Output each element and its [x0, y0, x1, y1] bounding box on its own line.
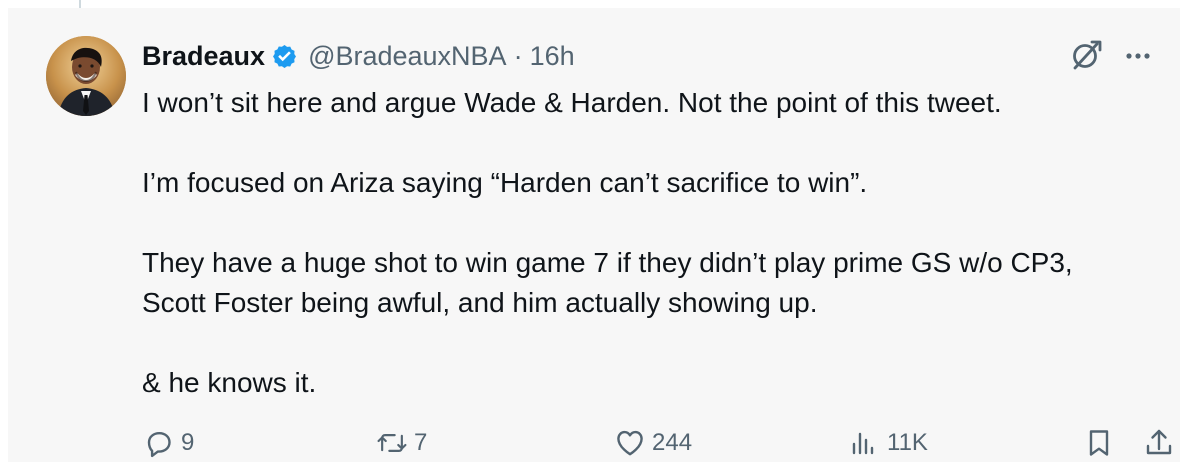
post-header: Bradeaux @BradeauxNBA · 16h [142, 38, 1162, 74]
post-timestamp[interactable]: 16h [530, 38, 575, 74]
metadata-separator: · [513, 41, 523, 71]
grok-icon[interactable] [1068, 38, 1104, 74]
author-display-name[interactable]: Bradeaux [142, 38, 265, 74]
bookmark-button[interactable] [1082, 422, 1116, 464]
view-count: 11K [887, 429, 928, 456]
reply-icon [147, 432, 171, 458]
views-button[interactable]: 11K [848, 422, 928, 464]
post-text-line: I’m focused on Ariza saying “Harden can’… [142, 167, 868, 198]
post-text-line: Scott Foster being awful, and him actual… [142, 287, 818, 318]
reply-count: 9 [181, 429, 195, 456]
bookmark-icon [1089, 430, 1109, 456]
share-button[interactable] [1142, 422, 1176, 464]
author-handle[interactable]: @BradeauxNBA [308, 38, 507, 74]
x-post-screenshot: Bradeaux @BradeauxNBA · 16h I won’t sit … [0, 0, 1188, 470]
post-text-line: & he knows it. [142, 367, 317, 398]
heart-icon [617, 430, 643, 456]
post-actions-bar: 9 7 244 11K [142, 422, 1177, 464]
more-icon[interactable] [1124, 42, 1152, 70]
post-content: Bradeaux @BradeauxNBA · 16h I won’t sit … [142, 38, 1162, 403]
share-icon [1146, 429, 1172, 455]
verified-badge-icon [271, 43, 298, 70]
repost-icon [377, 434, 407, 452]
repost-button[interactable]: 7 [375, 422, 427, 464]
like-button[interactable]: 244 [613, 422, 692, 464]
like-count: 244 [652, 429, 693, 456]
views-icon [852, 432, 874, 455]
repost-count: 7 [414, 429, 428, 456]
post-text-line: I won’t sit here and argue Wade & Harden… [142, 87, 1002, 118]
post-card[interactable]: Bradeaux @BradeauxNBA · 16h I won’t sit … [8, 8, 1180, 462]
post-header-actions [1068, 38, 1152, 74]
post-text: I won’t sit here and argue Wade & Harden… [142, 83, 1157, 403]
post-text-line: They have a huge shot to win game 7 if t… [142, 247, 1073, 278]
author-avatar[interactable] [46, 36, 126, 116]
reply-button[interactable]: 9 [142, 422, 194, 464]
